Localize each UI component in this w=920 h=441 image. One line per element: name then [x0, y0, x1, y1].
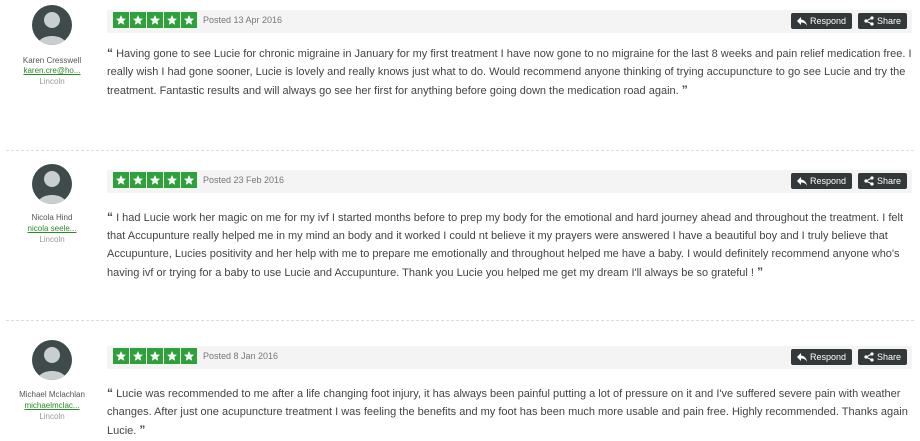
- star-icon: [181, 12, 197, 28]
- close-quote-icon: ”: [757, 265, 764, 279]
- reviewer-email-link[interactable]: karen.cre@ho...: [0, 66, 104, 76]
- close-quote-icon: ”: [139, 423, 146, 437]
- share-button[interactable]: Share: [857, 349, 907, 365]
- review-item: Karen Cresswell karen.cre@ho... Lincoln …: [0, 0, 920, 150]
- star-icon: [113, 12, 129, 28]
- review-body: I had Lucie work her magic on me for my …: [107, 212, 903, 279]
- respond-label: Respond: [809, 352, 846, 362]
- share-label: Share: [876, 16, 901, 26]
- reply-arrow-icon: [796, 16, 807, 26]
- share-icon: [864, 176, 874, 186]
- reviewer-name: Karen Cresswell: [22, 56, 82, 65]
- star-icon: [147, 172, 163, 188]
- star-icon: [181, 348, 197, 364]
- open-quote-icon: “: [107, 210, 113, 224]
- star-icon: [113, 172, 129, 188]
- respond-button[interactable]: Respond: [790, 349, 852, 365]
- review-body: Having gone to see Lucie for chronic mig…: [107, 48, 912, 97]
- star-icon: [164, 172, 180, 188]
- star-icon: [181, 172, 197, 188]
- share-button[interactable]: Share: [857, 173, 907, 189]
- respond-button[interactable]: Respond: [790, 13, 852, 29]
- star-icon: [164, 348, 180, 364]
- review-text: “ Lucie was recommended to me after a li…: [107, 384, 912, 440]
- share-icon: [864, 352, 874, 362]
- reviewer-location: Lincoln: [39, 77, 65, 86]
- share-button[interactable]: Share: [857, 13, 907, 29]
- reply-arrow-icon: [796, 352, 807, 362]
- review-header-bar: Posted 13 Apr 2016 Respond Share: [107, 10, 912, 33]
- share-label: Share: [876, 176, 901, 186]
- share-label: Share: [876, 352, 901, 362]
- review-item: Michael Mclachlan michaelmclac... Lincol…: [0, 320, 920, 441]
- review-text: “ I had Lucie work her magic on me for m…: [107, 208, 912, 282]
- reply-arrow-icon: [796, 176, 807, 186]
- respond-label: Respond: [809, 16, 846, 26]
- star-rating: [113, 12, 197, 28]
- user-avatar-icon[interactable]: [32, 5, 72, 45]
- reviewer-location: Lincoln: [39, 412, 65, 421]
- reviewer-name: Michael Mclachlan: [19, 390, 85, 399]
- star-icon: [164, 12, 180, 28]
- respond-label: Respond: [809, 176, 846, 186]
- star-icon: [130, 12, 146, 28]
- star-icon: [147, 12, 163, 28]
- reviewer-location: Lincoln: [39, 235, 65, 244]
- open-quote-icon: “: [107, 46, 113, 60]
- star-rating: [113, 172, 197, 188]
- review-body: Lucie was recommended to me after a life…: [107, 388, 908, 437]
- reviewer-name: Nicola Hind: [31, 213, 73, 222]
- reviewer-email-link[interactable]: michaelmclac...: [0, 401, 104, 411]
- posted-date: Posted 8 Jan 2016: [203, 351, 279, 361]
- star-icon: [130, 172, 146, 188]
- review-item: Nicola Hind nicola seele... Lincoln Post…: [0, 150, 920, 320]
- star-icon: [147, 348, 163, 364]
- user-avatar-icon[interactable]: [32, 164, 72, 204]
- review-header-bar: Posted 23 Feb 2016 Respond Share: [107, 170, 912, 193]
- respond-button[interactable]: Respond: [790, 173, 852, 189]
- star-icon: [113, 348, 129, 364]
- open-quote-icon: “: [107, 386, 113, 400]
- user-avatar-icon[interactable]: [32, 340, 72, 380]
- star-icon: [130, 348, 146, 364]
- share-icon: [864, 16, 874, 26]
- posted-date: Posted 23 Feb 2016: [203, 175, 285, 185]
- close-quote-icon: ”: [681, 83, 688, 97]
- review-header-bar: Posted 8 Jan 2016 Respond Share: [107, 346, 912, 369]
- posted-date: Posted 13 Apr 2016: [203, 15, 283, 25]
- star-rating: [113, 348, 197, 364]
- reviewer-email-link[interactable]: nicola seele...: [0, 224, 104, 234]
- review-text: “ Having gone to see Lucie for chronic m…: [107, 44, 912, 100]
